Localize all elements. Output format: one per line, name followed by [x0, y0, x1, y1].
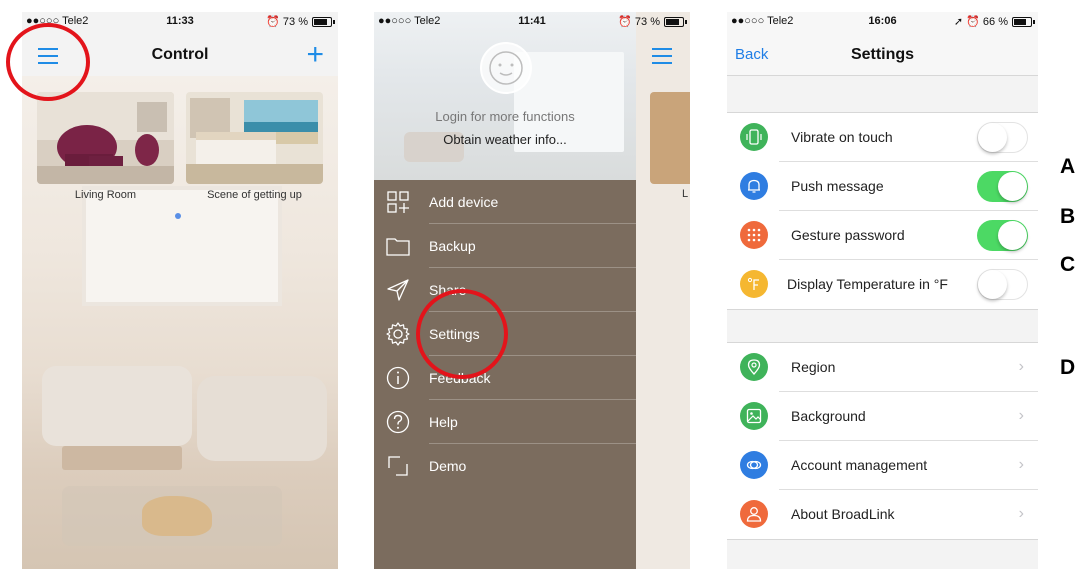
add-device-icon	[387, 191, 409, 213]
setting-row-about[interactable]: About BroadLink ›	[727, 490, 1038, 539]
demo-icon	[388, 456, 408, 476]
folder-icon	[386, 238, 410, 256]
setting-row-gesture: Gesture password	[727, 211, 1038, 260]
background-armchair	[197, 376, 327, 461]
menu-item-label: Backup	[429, 238, 476, 254]
marker-d: D	[1060, 356, 1076, 379]
page-indicator-dot	[175, 213, 181, 219]
menu-item-add-device[interactable]: Add device	[374, 180, 636, 224]
setting-label: Push message	[791, 178, 884, 194]
menu-item-feedback[interactable]: Feedback	[374, 356, 636, 400]
toggle-settings-group: Vibrate on touch Push message Gesture pa…	[727, 112, 1038, 310]
nav-bar: Back Settings	[727, 32, 1038, 76]
setting-row-push: Push message	[727, 162, 1038, 211]
side-menu: Add device Backup Share Settings Feedbac…	[374, 180, 636, 569]
bedroom-thumbnail	[186, 92, 323, 184]
gesture-grid-icon	[740, 221, 768, 249]
control-screen-peek[interactable]: L	[636, 12, 690, 569]
account-cloud-icon	[740, 451, 768, 479]
battery-percent: ⏰ 73 %	[266, 16, 308, 28]
setting-label: Gesture password	[791, 227, 905, 243]
menu-item-help[interactable]: Help	[374, 400, 636, 444]
scene-card-getting-up[interactable]	[186, 92, 323, 184]
chevron-right-icon: ›	[1018, 456, 1024, 473]
plus-icon[interactable]: +	[306, 40, 324, 70]
background-window	[82, 186, 282, 306]
setting-row-region[interactable]: Region ›	[727, 343, 1038, 392]
background-sofa	[42, 366, 192, 446]
menu-item-label: Add device	[429, 194, 499, 210]
setting-label: Account management	[791, 457, 928, 473]
weather-status: Obtain weather info...	[443, 132, 567, 147]
scene-card-peek	[650, 92, 690, 184]
background-dog	[142, 496, 212, 536]
setting-row-fahrenheit: Display Temperature in °F	[727, 260, 1038, 309]
menu-item-label: Demo	[429, 458, 467, 474]
vibrate-toggle[interactable]	[977, 122, 1028, 153]
marker-b: B	[1060, 205, 1076, 228]
menu-header: Login for more functions Obtain weather …	[374, 12, 636, 180]
side-menu-screen: L Login for more functions Obtain weathe…	[374, 12, 690, 569]
face-icon	[489, 51, 523, 85]
link-settings-group: Region › Background › Account management…	[727, 342, 1038, 540]
battery-icon	[664, 17, 687, 27]
image-icon	[740, 402, 768, 430]
menu-item-demo[interactable]: Demo	[374, 444, 636, 488]
hamburger-icon[interactable]	[652, 48, 672, 64]
chevron-right-icon: ›	[1018, 505, 1024, 522]
setting-label: Region	[791, 359, 836, 375]
fahrenheit-toggle[interactable]	[977, 269, 1028, 300]
gesture-password-toggle[interactable]	[977, 220, 1028, 251]
marker-a: A	[1060, 155, 1076, 178]
menu-item-label: Help	[429, 414, 458, 430]
gear-icon	[386, 322, 410, 346]
menu-item-backup[interactable]: Backup	[374, 224, 636, 268]
battery-percent: ⏰ 73 %	[618, 16, 660, 28]
marker-c: C	[1060, 253, 1076, 276]
location-pin-icon	[740, 353, 768, 381]
info-icon	[386, 366, 410, 390]
setting-label: Display Temperature in °F	[787, 276, 948, 292]
battery-icon	[1012, 17, 1035, 27]
menu-item-share[interactable]: Share	[374, 268, 636, 312]
status-bar: ●●○○○ Tele2 11:41 ⏰ 73 %	[374, 12, 690, 32]
chevron-right-icon: ›	[1018, 358, 1024, 375]
chevron-right-icon: ›	[1018, 407, 1024, 424]
battery-percent: ➚ ⏰ 66 %	[953, 16, 1008, 28]
settings-screen: ●●○○○ Tele2 16:06 ➚ ⏰ 66 % Back Settings…	[727, 12, 1038, 569]
push-message-toggle[interactable]	[977, 171, 1028, 202]
person-icon	[740, 500, 768, 528]
setting-label: About BroadLink	[791, 506, 895, 522]
highlight-circle-menu	[6, 23, 90, 101]
vibrate-icon	[740, 123, 768, 151]
status-bar: ●●○○○ Tele2 16:06 ➚ ⏰ 66 %	[727, 12, 1038, 32]
highlight-circle-settings	[416, 289, 508, 379]
page-title: Settings	[850, 46, 915, 63]
background-table	[62, 446, 182, 470]
setting-row-account[interactable]: Account management ›	[727, 441, 1038, 490]
setting-row-vibrate: Vibrate on touch	[727, 113, 1038, 162]
question-icon	[386, 410, 410, 434]
scene-label-living-room: Living Room	[74, 189, 137, 201]
send-icon	[387, 279, 409, 301]
battery-icon	[312, 17, 335, 27]
avatar[interactable]	[480, 42, 532, 94]
scene-label-getting-up: Scene of getting up	[207, 189, 302, 201]
living-room-thumbnail	[37, 92, 174, 184]
setting-label: Vibrate on touch	[791, 129, 893, 145]
scene-card-living-room[interactable]	[37, 92, 174, 184]
setting-row-background[interactable]: Background ›	[727, 392, 1038, 441]
bell-icon	[740, 172, 768, 200]
scene-label-peek: L	[682, 188, 689, 200]
login-prompt[interactable]: Login for more functions	[374, 109, 636, 124]
fahrenheit-icon	[740, 270, 768, 298]
setting-label: Background	[791, 408, 866, 424]
